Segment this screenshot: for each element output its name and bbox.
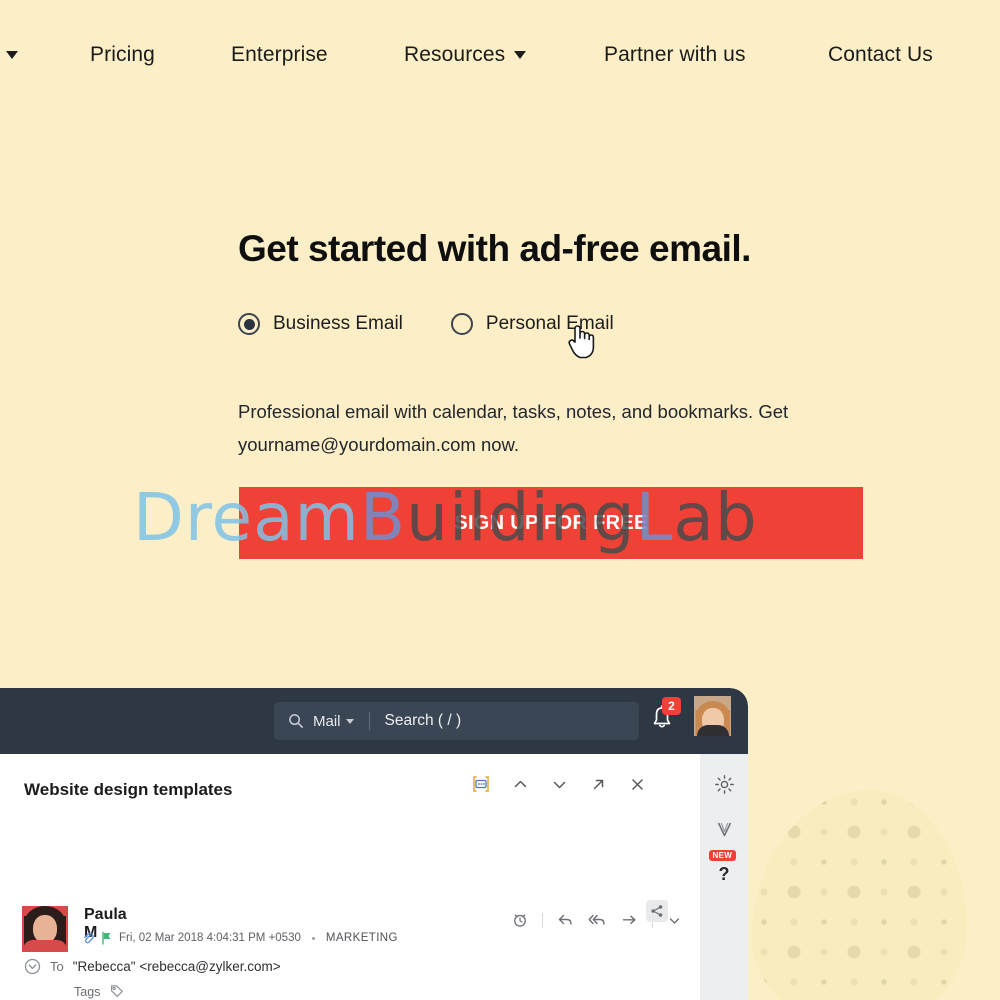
forward-icon[interactable] <box>621 912 638 928</box>
attachment-icon <box>84 932 94 944</box>
search-placeholder: Search ( / ) <box>384 712 462 729</box>
open-external-icon[interactable] <box>590 776 607 793</box>
reply-all-icon[interactable] <box>588 912 607 928</box>
nav-item-resources[interactable]: Resources <box>404 43 527 67</box>
recipient-label: To <box>50 959 64 974</box>
sender-avatar-face <box>33 915 57 943</box>
nav-item-clipped[interactable]: s <box>0 43 18 67</box>
nav-item-label: Pricing <box>90 43 155 66</box>
separator-dot <box>311 936 315 940</box>
email-recipient-row: To "Rebecca" <rebecca@zylker.com> <box>24 958 281 975</box>
expand-details-icon[interactable] <box>24 958 41 975</box>
hero-description: Professional email with calendar, tasks,… <box>238 401 789 455</box>
radio-label-personal: Personal Email <box>485 313 614 334</box>
avatar[interactable] <box>694 696 731 736</box>
tag-icon[interactable] <box>109 984 124 999</box>
gear-icon[interactable] <box>714 774 735 795</box>
divider <box>542 912 543 928</box>
snippet-icon[interactable] <box>472 775 490 793</box>
nav-item-label: Partner with us <box>604 43 746 66</box>
email-detail-pane: Website design templates Paula M Fri, 02… <box>0 754 748 1000</box>
radio-option-business-email[interactable]: Business Email <box>238 313 403 335</box>
chevron-up-icon[interactable] <box>512 776 529 793</box>
chevron-down-icon <box>5 51 18 59</box>
sign-up-for-free-button[interactable]: SIGN UP FOR FREE <box>239 487 863 559</box>
chevron-down-icon <box>514 51 527 59</box>
chevron-down-icon[interactable] <box>551 776 568 793</box>
help-icon[interactable]: NEW ? <box>708 850 737 885</box>
nav-item-label: Resources <box>404 43 506 66</box>
reply-icon[interactable] <box>557 912 574 928</box>
sender-avatar <box>22 906 68 952</box>
email-folder-tag: MARKETING <box>325 932 398 944</box>
top-navigation: s Pricing Enterprise Resources Partner w… <box>0 0 1000 108</box>
search-scope-label: Mail <box>313 712 341 730</box>
nav-item-label: Enterprise <box>231 43 328 66</box>
search-icon <box>289 714 303 728</box>
mail-top-bar: Mail Search ( / ) 2 <box>0 688 748 754</box>
nav-item-contact-us[interactable]: Contact Us <box>828 43 933 67</box>
page-root: s Pricing Enterprise Resources Partner w… <box>0 0 1000 1000</box>
chevron-down-icon <box>345 718 354 724</box>
radio-button-personal[interactable] <box>450 313 473 335</box>
help-question-mark: ? <box>718 864 730 884</box>
snooze-alarm-icon[interactable] <box>512 912 528 928</box>
divider <box>368 712 370 730</box>
nav-item-partner-with-us[interactable]: Partner with us <box>604 43 746 67</box>
radio-label-business: Business Email <box>273 313 403 334</box>
share-icon[interactable] <box>646 900 668 922</box>
nav-item-pricing[interactable]: Pricing <box>90 43 155 67</box>
radio-button-business[interactable] <box>238 313 260 335</box>
email-tags-row: Tags <box>74 984 124 999</box>
avatar-body <box>696 725 729 736</box>
nav-item-label: Contact Us <box>828 43 933 66</box>
recipient-value: "Rebecca" <rebecca@zylker.com> <box>72 959 281 974</box>
notification-count-badge: 2 <box>662 697 681 715</box>
sign-up-button-label: SIGN UP FOR FREE <box>454 511 648 534</box>
nav-item-enterprise[interactable]: Enterprise <box>231 43 328 67</box>
search-input[interactable]: Mail Search ( / ) <box>274 702 639 740</box>
mail-right-rail: NEW ? <box>700 754 748 1000</box>
email-type-radio-group: Business Email Personal Email <box>238 313 614 335</box>
mail-client-mockup: Mail Search ( / ) 2 Website design templ… <box>0 688 748 1000</box>
search-scope-selector[interactable]: Mail <box>313 713 354 730</box>
email-subject: Website design templates <box>24 780 233 799</box>
new-badge: NEW <box>708 850 737 861</box>
sender-avatar-body <box>23 940 67 952</box>
page-title: Get started with ad-free email. <box>238 228 751 269</box>
more-chevron-icon[interactable] <box>667 913 682 928</box>
notifications-bell[interactable]: 2 <box>649 697 681 733</box>
radio-option-personal-email[interactable]: Personal Email <box>450 313 614 335</box>
email-subject-toolbar <box>472 775 646 793</box>
email-timestamp: Fri, 02 Mar 2018 4:04:31 PM +0530 <box>119 932 301 944</box>
clip-v-icon[interactable] <box>714 819 735 840</box>
tags-label: Tags <box>74 984 101 999</box>
close-icon[interactable] <box>629 776 646 793</box>
decorative-ornament-blob <box>752 790 967 1000</box>
flag-icon <box>102 931 111 945</box>
email-meta-row: Fri, 02 Mar 2018 4:04:31 PM +0530 MARKET… <box>82 931 398 945</box>
